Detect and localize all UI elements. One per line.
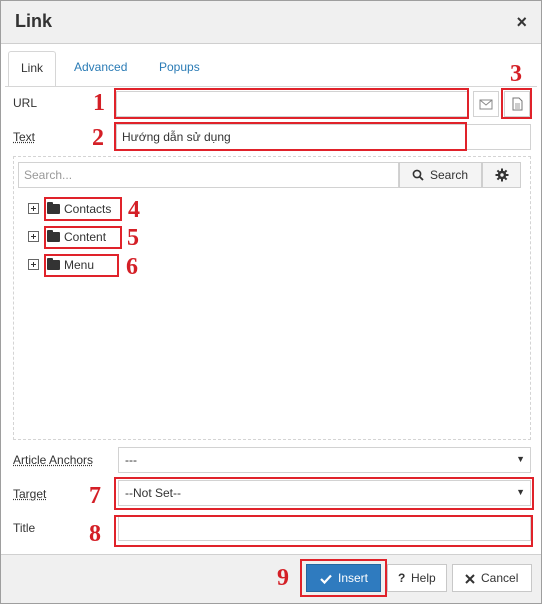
expand-plus-icon[interactable] bbox=[28, 259, 39, 270]
anchors-select-value: --- bbox=[125, 453, 137, 467]
annotation-box-insert bbox=[300, 559, 387, 597]
annotation-number: 2 bbox=[92, 125, 104, 151]
annotation-number: 4 bbox=[128, 197, 140, 223]
url-label: URL bbox=[13, 96, 38, 110]
dialog-title: Link bbox=[15, 11, 53, 31]
annotation-number: 8 bbox=[89, 521, 101, 547]
annotation-number: 3 bbox=[510, 61, 522, 87]
text-label: Text bbox=[13, 130, 36, 144]
gear-icon bbox=[495, 168, 509, 182]
browser-search-button[interactable]: Search bbox=[399, 162, 482, 188]
annotation-number: 6 bbox=[126, 254, 138, 280]
tab-popups[interactable]: Popups bbox=[147, 51, 212, 87]
annotation-box-text bbox=[114, 122, 467, 151]
title-label: Title bbox=[13, 521, 36, 535]
annotation-number: 7 bbox=[89, 483, 101, 509]
search-button-label: Search bbox=[430, 168, 469, 182]
dialog-titlebar: Link × bbox=[1, 1, 541, 44]
browser-settings-button[interactable] bbox=[482, 162, 521, 188]
expand-plus-icon[interactable] bbox=[28, 203, 39, 214]
annotation-box-contacts bbox=[44, 197, 122, 221]
question-icon: ? bbox=[398, 571, 406, 585]
annotation-box-title bbox=[114, 515, 533, 547]
tab-link-label: Link bbox=[21, 61, 44, 75]
search-icon bbox=[412, 169, 424, 181]
anchors-select[interactable]: --- ▼ bbox=[118, 447, 531, 473]
help-button[interactable]: ? Help bbox=[387, 564, 447, 592]
annotation-box-url bbox=[114, 88, 469, 119]
tab-advanced-label: Advanced bbox=[74, 60, 128, 74]
tab-divider bbox=[5, 86, 537, 87]
x-icon bbox=[465, 574, 475, 584]
help-button-label: Help bbox=[411, 571, 436, 585]
annotation-number: 1 bbox=[93, 90, 105, 116]
tab-popups-label: Popups bbox=[159, 60, 200, 74]
target-label: Target bbox=[13, 487, 47, 501]
close-icon[interactable]: × bbox=[516, 12, 527, 33]
dropdown-arrow-icon: ▼ bbox=[516, 454, 525, 464]
cancel-button-label: Cancel bbox=[481, 571, 519, 585]
annotation-box-file-browser bbox=[501, 88, 532, 119]
annotation-number: 9 bbox=[277, 565, 289, 591]
link-dialog: Link × Link Advanced Popups URL Text Hướ… bbox=[0, 0, 542, 604]
annotation-number: 5 bbox=[127, 225, 139, 251]
email-link-button[interactable] bbox=[473, 91, 499, 117]
tab-advanced[interactable]: Advanced bbox=[62, 51, 139, 87]
annotation-box-content bbox=[44, 226, 122, 249]
tab-link[interactable]: Link bbox=[8, 51, 56, 87]
email-icon bbox=[479, 99, 493, 110]
anchors-label: Article Anchors bbox=[13, 453, 94, 467]
expand-plus-icon[interactable] bbox=[28, 231, 39, 242]
browser-search-input[interactable]: Search... bbox=[18, 162, 399, 188]
annotation-box-menu bbox=[44, 254, 119, 277]
annotation-box-target bbox=[114, 477, 534, 510]
cancel-button[interactable]: Cancel bbox=[452, 564, 532, 592]
